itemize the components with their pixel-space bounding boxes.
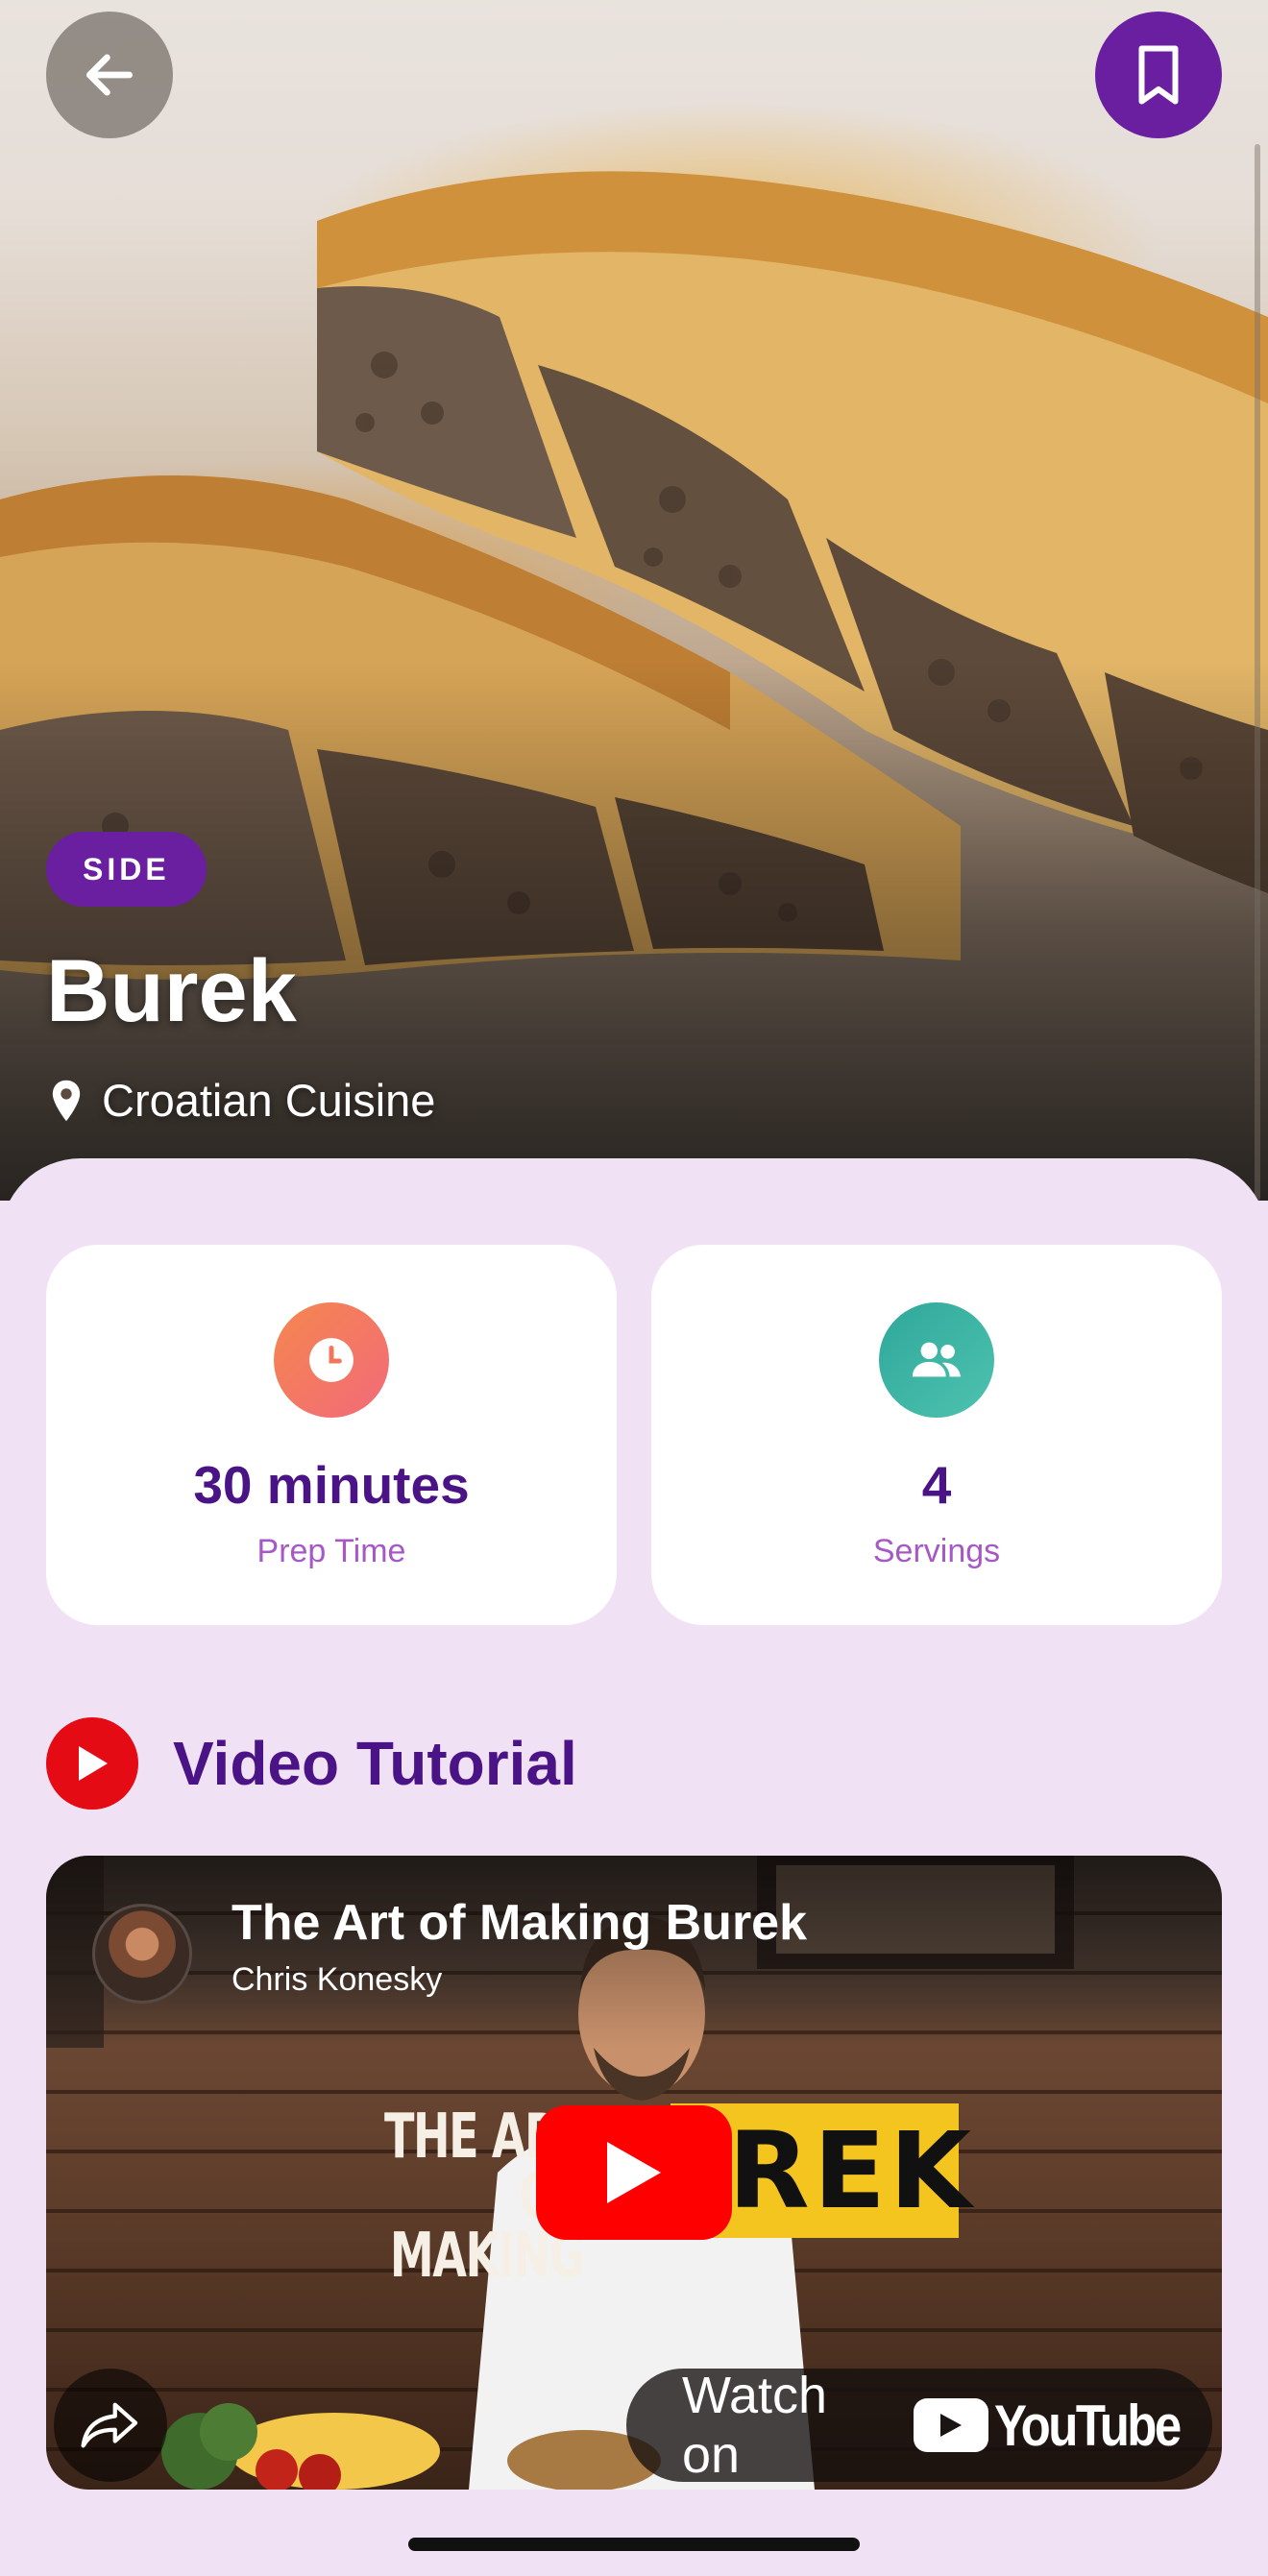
youtube-logo: YouTube [914, 2393, 1212, 2459]
bookmark-icon [1138, 45, 1179, 105]
prep-time-icon-circle [274, 1302, 389, 1418]
prep-time-value: 30 minutes [193, 1455, 470, 1515]
play-icon [607, 2142, 661, 2203]
recipe-detail-screen: SIDE Burek Croatian Cuisine 30 minutes P… [0, 0, 1268, 2576]
people-icon [912, 1342, 962, 1377]
servings-value: 4 [921, 1455, 952, 1515]
video-channel-name[interactable]: Chris Konesky [232, 1961, 442, 1999]
hero-image: SIDE Burek Croatian Cuisine [0, 0, 1268, 1201]
bookmark-button[interactable] [1095, 12, 1222, 138]
video-player[interactable]: The Art of Making Burek Chris Konesky TH… [46, 1856, 1222, 2490]
cuisine-location: Croatian Cuisine [50, 1074, 435, 1127]
clock-icon [309, 1338, 354, 1382]
video-top-gradient [46, 1856, 1222, 2048]
category-badge: SIDE [46, 832, 207, 907]
servings-label: Servings [872, 1533, 1001, 1569]
play-button[interactable] [536, 2105, 732, 2240]
scroll-indicator [1255, 144, 1260, 1201]
watch-on-youtube-button[interactable]: Watch on YouTube [626, 2367, 1212, 2484]
youtube-wordmark: YouTube [994, 2393, 1182, 2458]
servings-icon-circle [879, 1302, 994, 1418]
recipe-title: Burek [46, 942, 297, 1040]
channel-avatar[interactable] [92, 1904, 192, 2004]
servings-card: 4 Servings [651, 1245, 1222, 1625]
map-pin-icon [52, 1080, 81, 1121]
share-button[interactable] [54, 2369, 167, 2482]
video-section-header: Video Tutorial [46, 1717, 577, 1810]
youtube-play-icon [46, 1717, 138, 1810]
cuisine-label: Croatian Cuisine [102, 1075, 436, 1126]
arrow-left-icon [85, 54, 134, 96]
back-button[interactable] [46, 12, 173, 138]
video-title[interactable]: The Art of Making Burek [232, 1894, 807, 1952]
youtube-logo-icon [914, 2398, 989, 2452]
prep-time-card: 30 minutes Prep Time [46, 1245, 617, 1625]
home-indicator[interactable] [408, 2538, 860, 2551]
video-section-title: Video Tutorial [173, 1729, 577, 1798]
prep-time-label: Prep Time [256, 1533, 406, 1569]
share-icon [81, 2402, 138, 2448]
watch-on-label: Watch on [682, 2367, 828, 2484]
